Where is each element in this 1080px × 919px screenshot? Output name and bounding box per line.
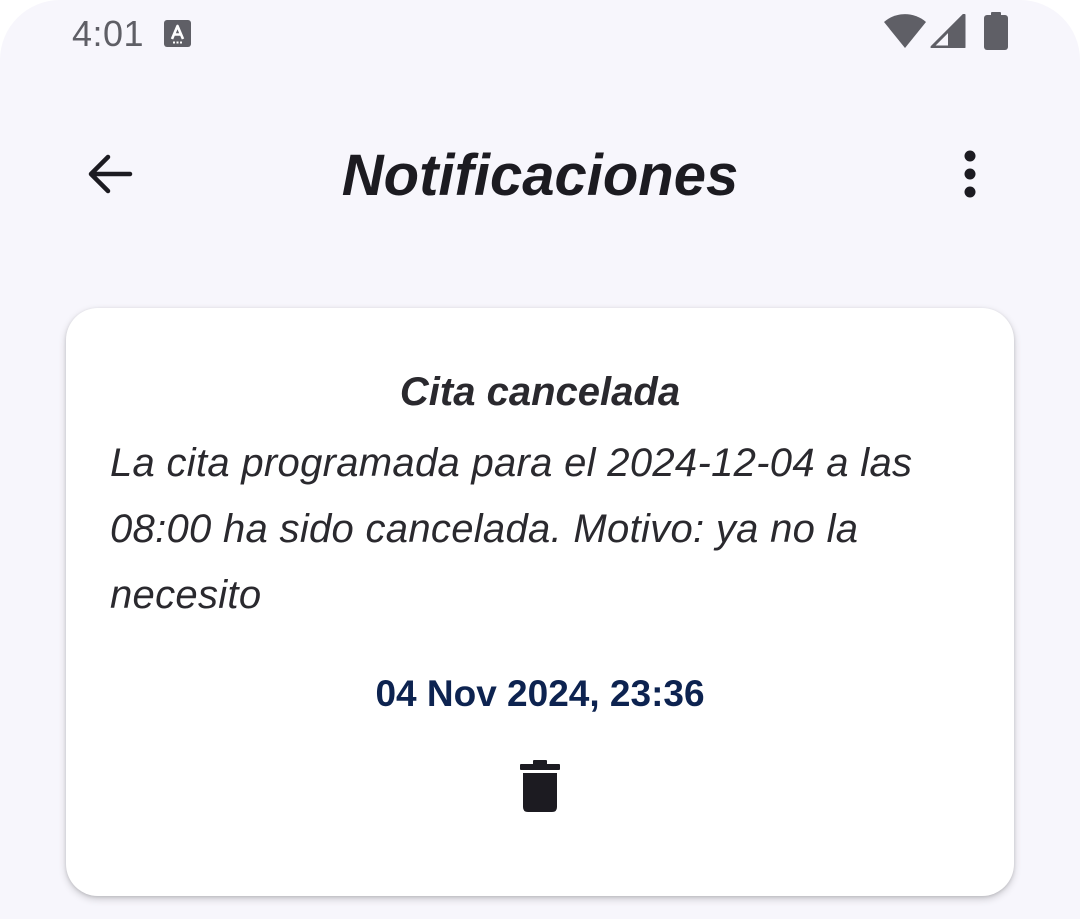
more-options-button[interactable] [930,136,1010,216]
screen: 4:01 Notificaciones Cita cancelada La ci… [0,0,1080,919]
status-time: 4:01 [72,13,145,54]
battery-icon [984,11,1008,55]
notification-title: Cita cancelada [399,370,681,414]
more-vert-icon [962,150,978,203]
wifi-icon [884,13,926,53]
notification-card: Cita cancelada La cita programada para e… [66,308,1014,896]
delete-notification-button[interactable] [500,744,580,832]
page-title: Notificaciones [341,143,739,208]
cellular-signal-icon [930,13,966,53]
status-icons [884,11,1008,55]
trash-icon [520,759,560,817]
notification-message: La cita programada para el 2024-12-04 a … [110,441,913,617]
translate-a-icon [164,20,191,47]
notification-date: 04 Nov 2024, 23:36 [375,673,705,714]
